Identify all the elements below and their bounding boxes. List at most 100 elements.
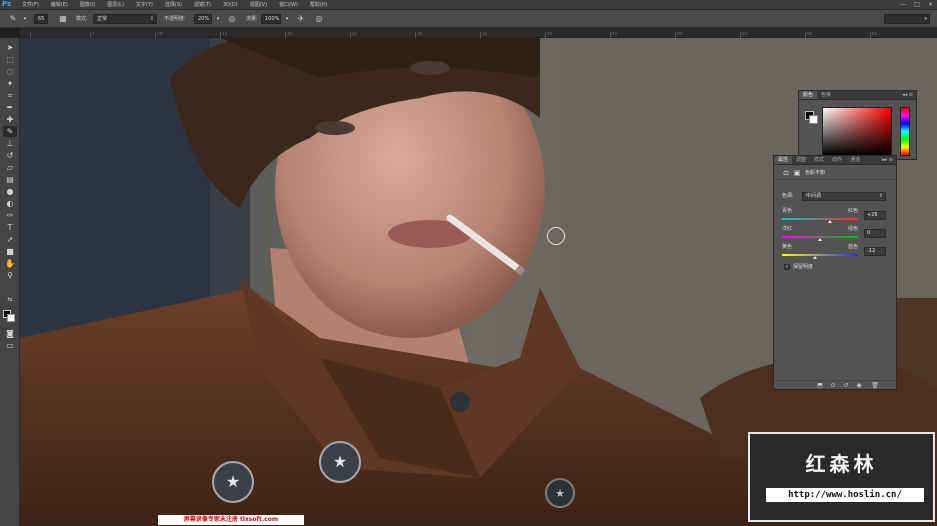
options-bar: ✎ ▾ 65 ▦ 模式: 正常 ⇕ 不透明度: 20% ▾ ◎ 流量: 100% … bbox=[0, 10, 937, 28]
eraser-tool-icon[interactable]: ▱ bbox=[3, 162, 17, 173]
photoshop-logo: Ps bbox=[2, 0, 12, 8]
hand-tool-icon[interactable]: ✋ bbox=[3, 258, 17, 269]
magenta-green-value-field[interactable]: 0 bbox=[864, 229, 886, 238]
watermark-url: http://www.hoslin.cn/ bbox=[766, 488, 924, 502]
properties-panel-tabs: 属性 调整 样式 动作 通道 ▸▸ ≡ bbox=[774, 156, 896, 165]
yellow-blue-value-field[interactable]: -12 bbox=[864, 247, 886, 256]
menu-view[interactable]: 视图(V) bbox=[244, 0, 273, 10]
tone-select-value: 中间调 bbox=[806, 193, 822, 199]
ruler-label: 25 bbox=[352, 32, 358, 36]
cyan-red-value-field[interactable]: +26 bbox=[864, 211, 886, 220]
tab-adjustments[interactable]: 调整 bbox=[792, 156, 810, 164]
cyan-red-track[interactable] bbox=[782, 218, 858, 220]
opacity-dropdown-icon[interactable]: ▾ bbox=[213, 14, 223, 24]
slider-left-label: 洋红 bbox=[782, 226, 793, 232]
preserve-luminosity-checkbox[interactable]: ✓ bbox=[784, 264, 790, 270]
visibility-eye-icon[interactable]: ◉ bbox=[855, 381, 863, 390]
menu-type[interactable]: 文字(Y) bbox=[130, 0, 159, 10]
yellow-blue-thumb[interactable] bbox=[813, 256, 818, 259]
menu-3d[interactable]: 3D(D) bbox=[217, 0, 244, 10]
opacity-field[interactable]: 20% bbox=[194, 14, 212, 24]
ruler-label: 35 bbox=[482, 32, 488, 36]
color-field[interactable] bbox=[822, 107, 892, 156]
rectangle-tool-icon[interactable]: ■ bbox=[3, 246, 17, 257]
menu-help[interactable]: 帮助(H) bbox=[304, 0, 334, 10]
slider-left-label: 黄色 bbox=[782, 244, 793, 250]
reset-icon[interactable]: ↺ bbox=[842, 381, 850, 390]
airbrush-icon[interactable]: ✈ bbox=[296, 14, 306, 24]
swap-colors-icon[interactable]: ⇆ bbox=[3, 294, 17, 305]
menu-layer[interactable]: 图层(L) bbox=[101, 0, 130, 10]
flow-dropdown-icon[interactable]: ▾ bbox=[282, 14, 292, 24]
cyan-red-thumb[interactable] bbox=[827, 220, 832, 223]
tab-properties[interactable]: 属性 bbox=[774, 156, 793, 164]
path-select-tool-icon[interactable]: ➚ bbox=[3, 234, 17, 245]
mode-select[interactable]: 正常 ⇕ bbox=[93, 14, 157, 24]
screen-mode-icon[interactable]: ▭ bbox=[3, 340, 17, 351]
menu-window[interactable]: 窗口(W) bbox=[273, 0, 304, 10]
ruler-label: 40 bbox=[547, 32, 553, 36]
menu-select[interactable]: 选择(S) bbox=[159, 0, 188, 10]
type-tool-icon[interactable]: T bbox=[3, 222, 17, 233]
properties-panel-menu-icon[interactable]: ▸▸ ≡ bbox=[882, 156, 893, 165]
pen-tool-icon[interactable]: ✑ bbox=[3, 210, 17, 221]
tools-panel: ➤ ⬚ ◌ ✦ ⌗ ✒ ✚ ✎ ⊥ ↺ ▱ ▤ ● ◐ ✑ T ➚ ■ ✋ ⚲ … bbox=[0, 38, 20, 526]
gradient-tool-icon[interactable]: ▤ bbox=[3, 174, 17, 185]
clip-to-layer-icon[interactable]: ⬒ bbox=[816, 381, 824, 390]
tab-channels[interactable]: 通道 bbox=[846, 156, 864, 164]
marquee-tool-icon[interactable]: ⬚ bbox=[3, 54, 17, 65]
clone-stamp-tool-icon[interactable]: ⊥ bbox=[3, 138, 17, 149]
tab-swatches[interactable]: 色板 bbox=[817, 91, 835, 99]
delete-trash-icon[interactable]: 🗑 bbox=[871, 381, 879, 390]
preserve-luminosity-label: 保留明度 bbox=[793, 264, 814, 270]
brush-tool-icon[interactable]: ✎ bbox=[8, 14, 18, 24]
move-tool-icon[interactable]: ➤ bbox=[3, 42, 17, 53]
workspace-switcher[interactable]: ▾ bbox=[884, 14, 930, 24]
flow-field[interactable]: 100% bbox=[261, 14, 281, 24]
tab-actions[interactable]: 动作 bbox=[828, 156, 846, 164]
quick-select-tool-icon[interactable]: ✦ bbox=[3, 78, 17, 89]
menu-filter[interactable]: 滤镜(T) bbox=[188, 0, 217, 10]
minimize-button[interactable]: — bbox=[900, 0, 906, 10]
ruler-label: 65 bbox=[872, 32, 878, 36]
background-color-swatch[interactable] bbox=[7, 314, 15, 322]
close-button[interactable]: ✕ bbox=[928, 0, 933, 10]
color-balance-icon: ⚖ bbox=[782, 169, 790, 177]
layer-mask-icon[interactable]: ▣ bbox=[793, 169, 801, 177]
menu-image[interactable]: 图像(I) bbox=[74, 0, 101, 10]
tool-preset-dropdown-icon[interactable]: ▾ bbox=[20, 14, 30, 24]
view-previous-icon[interactable]: ⊙ bbox=[829, 381, 837, 390]
lasso-tool-icon[interactable]: ◌ bbox=[3, 66, 17, 77]
menu-edit[interactable]: 编辑(E) bbox=[45, 0, 74, 10]
yellow-blue-track[interactable] bbox=[782, 254, 858, 256]
svg-text:★: ★ bbox=[226, 472, 240, 491]
blur-tool-icon[interactable]: ● bbox=[3, 186, 17, 197]
hue-spectrum-slider[interactable] bbox=[900, 107, 910, 156]
background-color-chip[interactable] bbox=[809, 115, 818, 124]
chevron-down-icon: ⇕ bbox=[878, 193, 883, 199]
zoom-tool-icon[interactable]: ⚲ bbox=[3, 270, 17, 281]
history-brush-tool-icon[interactable]: ↺ bbox=[3, 150, 17, 161]
pressure-opacity-icon[interactable]: ◎ bbox=[227, 14, 237, 24]
menu-file[interactable]: 文件(F) bbox=[16, 0, 45, 10]
healing-brush-tool-icon[interactable]: ✚ bbox=[3, 114, 17, 125]
quick-mask-icon[interactable]: ◙ bbox=[3, 328, 17, 339]
crop-tool-icon[interactable]: ⌗ bbox=[3, 90, 17, 101]
pressure-size-icon[interactable]: ◎ bbox=[314, 14, 324, 24]
maximize-button[interactable]: □ bbox=[914, 0, 920, 10]
tone-select[interactable]: 中间调 ⇕ bbox=[802, 192, 886, 201]
slider-right-label: 蓝色 bbox=[847, 244, 858, 250]
brush-size-picker[interactable]: 65 bbox=[34, 14, 48, 24]
ruler-label: 30 bbox=[417, 32, 423, 36]
eyedropper-tool-icon[interactable]: ✒ bbox=[3, 102, 17, 113]
color-panel-menu-icon[interactable]: ◂◂ ≡ bbox=[902, 91, 913, 100]
dodge-tool-icon[interactable]: ◐ bbox=[3, 198, 17, 209]
brush-panel-icon[interactable]: ▦ bbox=[58, 14, 68, 24]
brush-tool-icon[interactable]: ✎ bbox=[3, 126, 17, 137]
svg-text:★: ★ bbox=[555, 487, 565, 500]
tone-label: 色调: bbox=[782, 193, 794, 199]
adjustment-title: 色彩平衡 bbox=[805, 170, 826, 176]
tab-color[interactable]: 颜色 bbox=[799, 91, 818, 99]
tab-styles[interactable]: 样式 bbox=[810, 156, 828, 164]
magenta-green-thumb[interactable] bbox=[818, 238, 822, 241]
